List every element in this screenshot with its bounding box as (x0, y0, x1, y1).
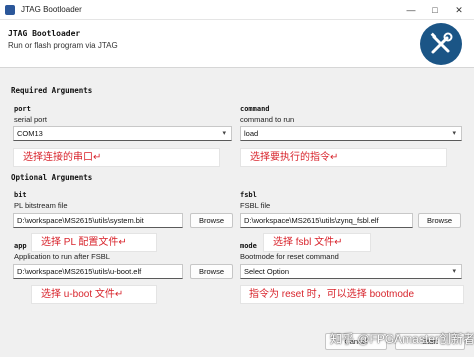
mode-arg-name: mode (240, 242, 257, 250)
command-arg-name: command (240, 105, 270, 113)
command-arg-desc: command to run (240, 115, 295, 124)
chevron-down-icon: ▾ (222, 130, 226, 137)
bit-browse-button[interactable]: Browse (190, 213, 233, 228)
app-file-input[interactable]: D:\workspace\MS2615\utils\u-boot.elf (13, 264, 183, 279)
mode-note: 指令为 reset 时，可以选择 bootmode (240, 285, 464, 304)
fsbl-browse-button[interactable]: Browse (418, 213, 461, 228)
mode-arg-desc: Bootmode for reset command (240, 252, 339, 261)
window-title: JTAG Bootloader (21, 5, 82, 14)
bit-note: 选择 PL 配置文件↵ (31, 233, 157, 252)
app-arg-name: app (14, 242, 27, 250)
port-select-value: COM13 (17, 129, 43, 138)
bit-file-input[interactable]: D:\workspace\MS2615\utils\system.bit (13, 213, 183, 228)
fsbl-arg-name: fsbl (240, 191, 257, 199)
port-note: 选择连接的串口↵ (13, 148, 220, 167)
maximize-button[interactable]: □ (424, 2, 446, 18)
wrench-screwdriver-icon (420, 23, 462, 65)
bit-arg-name: bit (14, 191, 27, 199)
command-select[interactable]: load ▾ (240, 126, 462, 141)
header-title: JTAG Bootloader (8, 29, 81, 38)
port-select[interactable]: COM13 ▾ (13, 126, 232, 141)
command-select-value: load (244, 129, 259, 138)
command-note: 选择要执行的指令↵ (240, 148, 447, 167)
fsbl-note: 选择 fsbl 文件↵ (263, 233, 371, 252)
header-subtitle: Run or flash program via JTAG (8, 41, 118, 50)
app-arg-desc: Application to run after FSBL (14, 252, 110, 261)
app-browse-button[interactable]: Browse (190, 264, 233, 279)
optional-section-title: Optional Arguments (11, 173, 93, 182)
watermark-text: 知乎 @FPGAmaster创新者 (330, 332, 474, 346)
title-bar: JTAG Bootloader — □ ✕ (0, 0, 474, 20)
required-section-title: Required Arguments (11, 86, 93, 95)
app-icon (5, 5, 15, 15)
app-note: 选择 u-boot 文件↵ (31, 285, 157, 304)
port-arg-desc: serial port (14, 115, 47, 124)
bit-arg-desc: PL bitstream file (14, 201, 68, 210)
fsbl-file-input[interactable]: D:\workspace\MS2615\utils\zynq_fsbl.elf (240, 213, 413, 228)
minimize-button[interactable]: — (400, 2, 422, 18)
header-panel: JTAG Bootloader Run or flash program via… (0, 20, 474, 68)
mode-select-value: Select Option (244, 267, 290, 276)
chevron-down-icon: ▾ (452, 268, 456, 275)
port-arg-name: port (14, 105, 31, 113)
chevron-down-icon: ▾ (452, 130, 456, 137)
close-window-button[interactable]: ✕ (448, 2, 470, 18)
mode-select[interactable]: Select Option ▾ (240, 264, 462, 279)
fsbl-arg-desc: FSBL file (240, 201, 271, 210)
